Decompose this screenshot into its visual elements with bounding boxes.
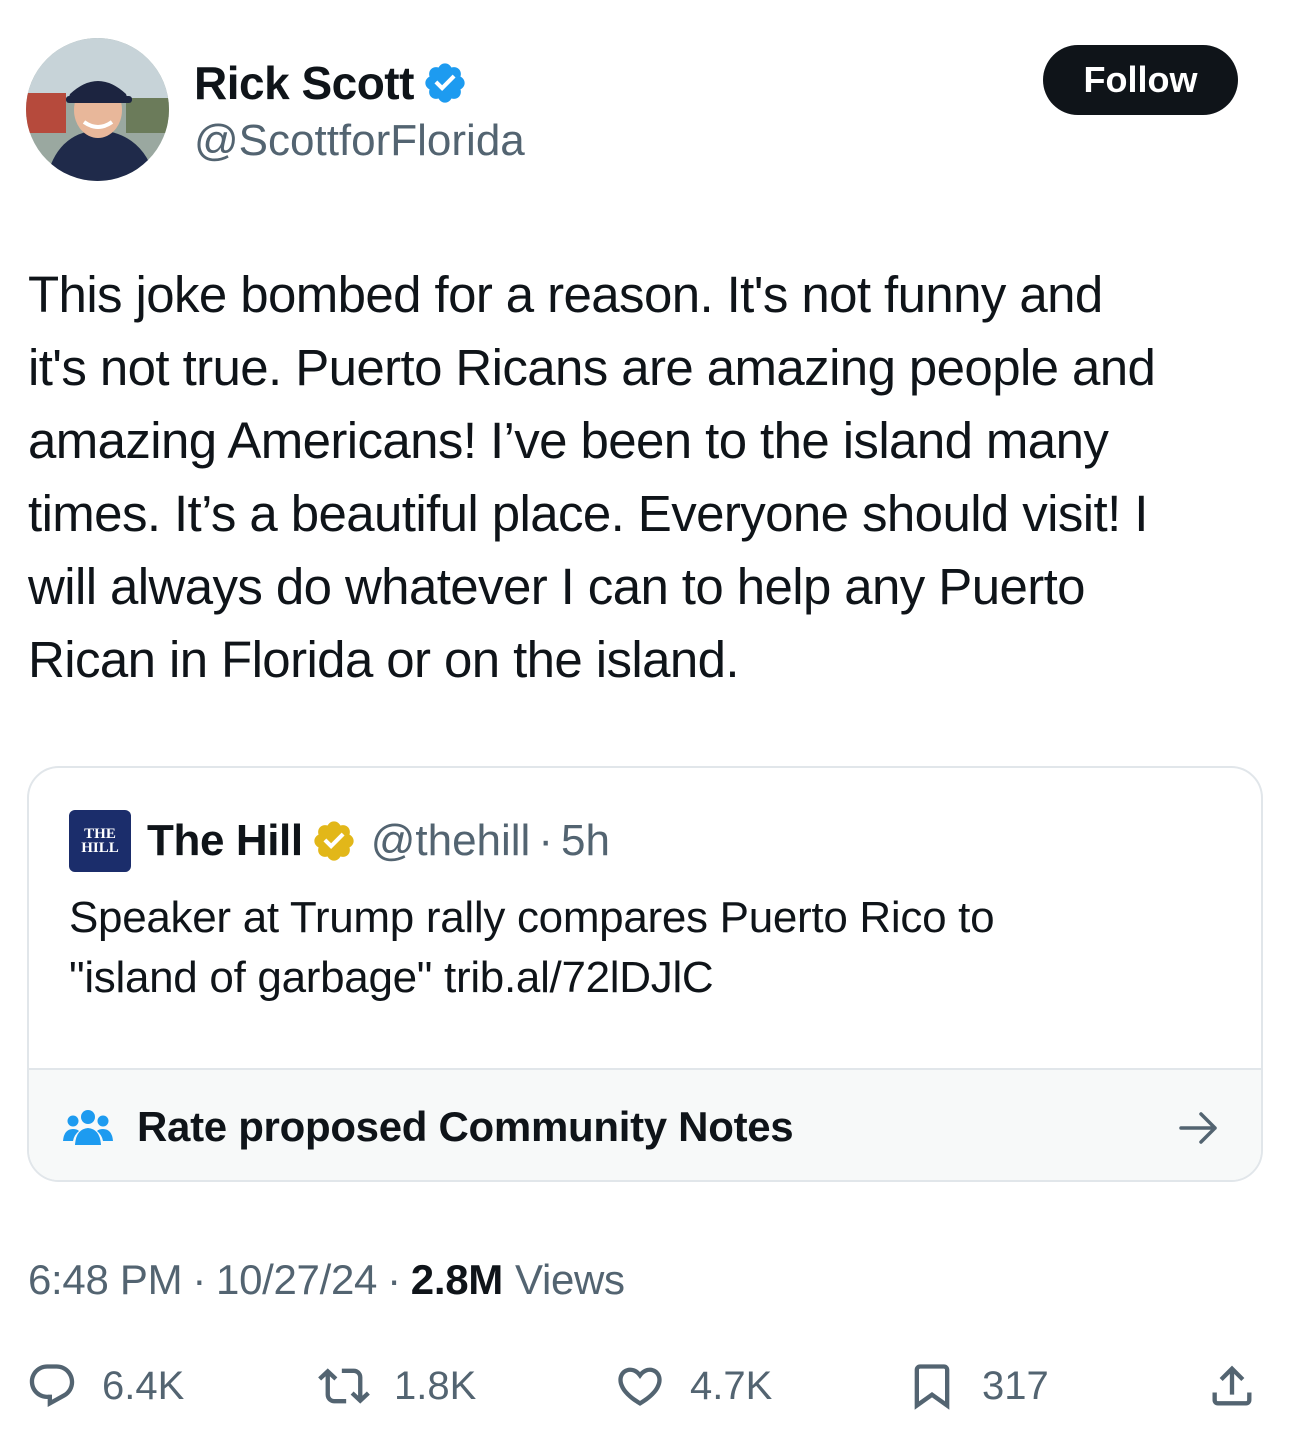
tweet-text: This joke bombed for a reason. It's not … — [28, 266, 1156, 688]
tweet-header: Rick Scott @ScottforFlorida Follow — [26, 38, 1266, 188]
blue-check-icon — [425, 63, 465, 103]
the-hill-logo[interactable]: THE HILL — [69, 810, 131, 872]
tweet-meta: 6:48 PM · 10/27/24 · 2.8M Views — [28, 1256, 625, 1304]
views-count: 2.8M — [410, 1256, 503, 1303]
name-row: Rick Scott — [194, 56, 468, 110]
action-bar: 6.4K 1.8K 4.7K 317 — [0, 1356, 1290, 1416]
avatar-image — [26, 38, 169, 181]
community-notes-button[interactable]: Rate proposed Community Notes — [29, 1068, 1261, 1180]
heart-icon — [618, 1367, 662, 1406]
reply-button[interactable]: 6.4K — [26, 1356, 184, 1416]
follow-button[interactable]: Follow — [1043, 45, 1238, 115]
repost-button[interactable]: 1.8K — [318, 1356, 476, 1416]
reply-icon — [29, 1364, 75, 1408]
repost-icon — [318, 1368, 370, 1404]
like-button[interactable]: 4.7K — [614, 1356, 772, 1416]
quoted-author-name[interactable]: The Hill — [147, 816, 303, 866]
meta-separator: · — [387, 1256, 401, 1303]
quoted-tweet-text: Speaker at Trump rally compares Puerto R… — [69, 893, 995, 1002]
author-name[interactable]: Rick Scott — [194, 56, 414, 110]
quoted-author-handle[interactable]: @thehill — [371, 816, 531, 866]
author-avatar[interactable] — [26, 38, 169, 181]
repost-count: 1.8K — [394, 1363, 477, 1408]
bookmark-count: 317 — [982, 1363, 1049, 1408]
community-notes-label: Rate proposed Community Notes — [137, 1103, 794, 1150]
author-handle[interactable]: @ScottforFlorida — [194, 116, 525, 166]
quoted-timestamp[interactable]: 5h — [561, 816, 610, 866]
quoted-separator: · — [538, 816, 553, 865]
bookmark-icon — [914, 1364, 950, 1410]
gold-check-icon — [314, 821, 354, 861]
tweet-time[interactable]: 6:48 PM — [28, 1256, 183, 1304]
logo-text-bottom: HILL — [81, 840, 119, 856]
people-icon — [63, 1110, 113, 1145]
logo-text-top: THE — [84, 826, 116, 842]
share-button[interactable] — [1206, 1356, 1258, 1416]
share-icon — [1212, 1365, 1252, 1406]
tweet-date[interactable]: 10/27/24 — [216, 1256, 377, 1304]
reply-count: 6.4K — [102, 1363, 185, 1408]
meta-separator: · — [192, 1256, 207, 1303]
arrow-right-icon — [1179, 1112, 1217, 1144]
bookmark-button[interactable]: 317 — [906, 1356, 1049, 1416]
quoted-tweet-card[interactable]: THE HILL The Hill @thehill · 5h Speaker … — [27, 766, 1263, 1182]
views-label: Views — [514, 1256, 625, 1303]
quoted-tweet-header: THE HILL The Hill @thehill · 5h — [69, 810, 610, 872]
like-count: 4.7K — [690, 1363, 773, 1408]
